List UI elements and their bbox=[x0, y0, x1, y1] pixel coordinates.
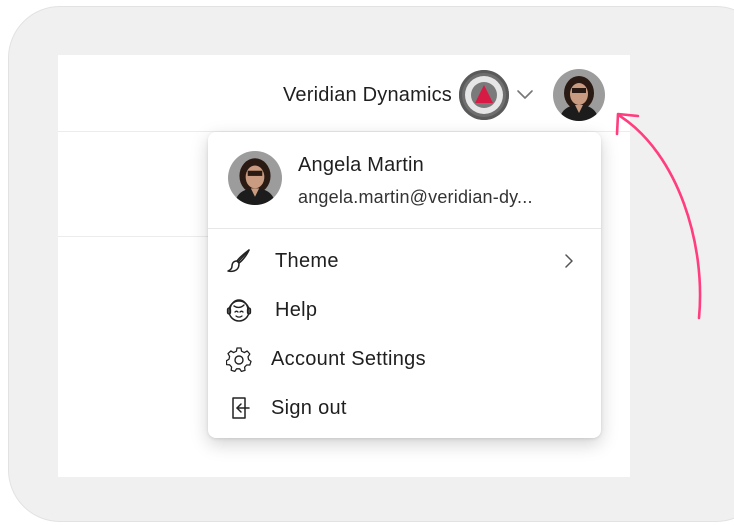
chevron-right-icon bbox=[565, 254, 573, 268]
menu-item-label: Help bbox=[275, 299, 318, 321]
menu-item-label: Theme bbox=[275, 250, 339, 272]
menu-item-help[interactable]: Help bbox=[208, 287, 601, 331]
help-face-icon bbox=[226, 299, 252, 322]
user-email: angela.martin@veridian-dy... bbox=[298, 187, 533, 207]
menu-item-account-settings[interactable]: Account Settings bbox=[208, 336, 601, 380]
content-divider bbox=[58, 236, 218, 237]
menu-item-label: Sign out bbox=[271, 397, 347, 419]
menu-item-sign-out[interactable]: Sign out bbox=[208, 385, 601, 429]
user-profile-summary: Angela Martin angela.martin@veridian-dy.… bbox=[208, 132, 601, 229]
user-avatar[interactable] bbox=[553, 69, 605, 121]
menu-item-theme[interactable]: Theme bbox=[208, 238, 601, 282]
chevron-down-icon[interactable] bbox=[516, 87, 534, 101]
org-logo-icon[interactable] bbox=[459, 70, 509, 120]
user-dropdown-menu: Angela Martin angela.martin@veridian-dy.… bbox=[208, 132, 601, 438]
sign-out-icon bbox=[232, 397, 250, 419]
annotation-arrow-icon bbox=[615, 112, 702, 320]
paintbrush-icon bbox=[227, 249, 250, 273]
organization-name[interactable]: Veridian Dynamics bbox=[283, 84, 452, 107]
gear-icon bbox=[226, 347, 252, 372]
menu-item-label: Account Settings bbox=[271, 348, 426, 370]
avatar bbox=[228, 151, 282, 205]
user-name: Angela Martin bbox=[298, 154, 424, 176]
